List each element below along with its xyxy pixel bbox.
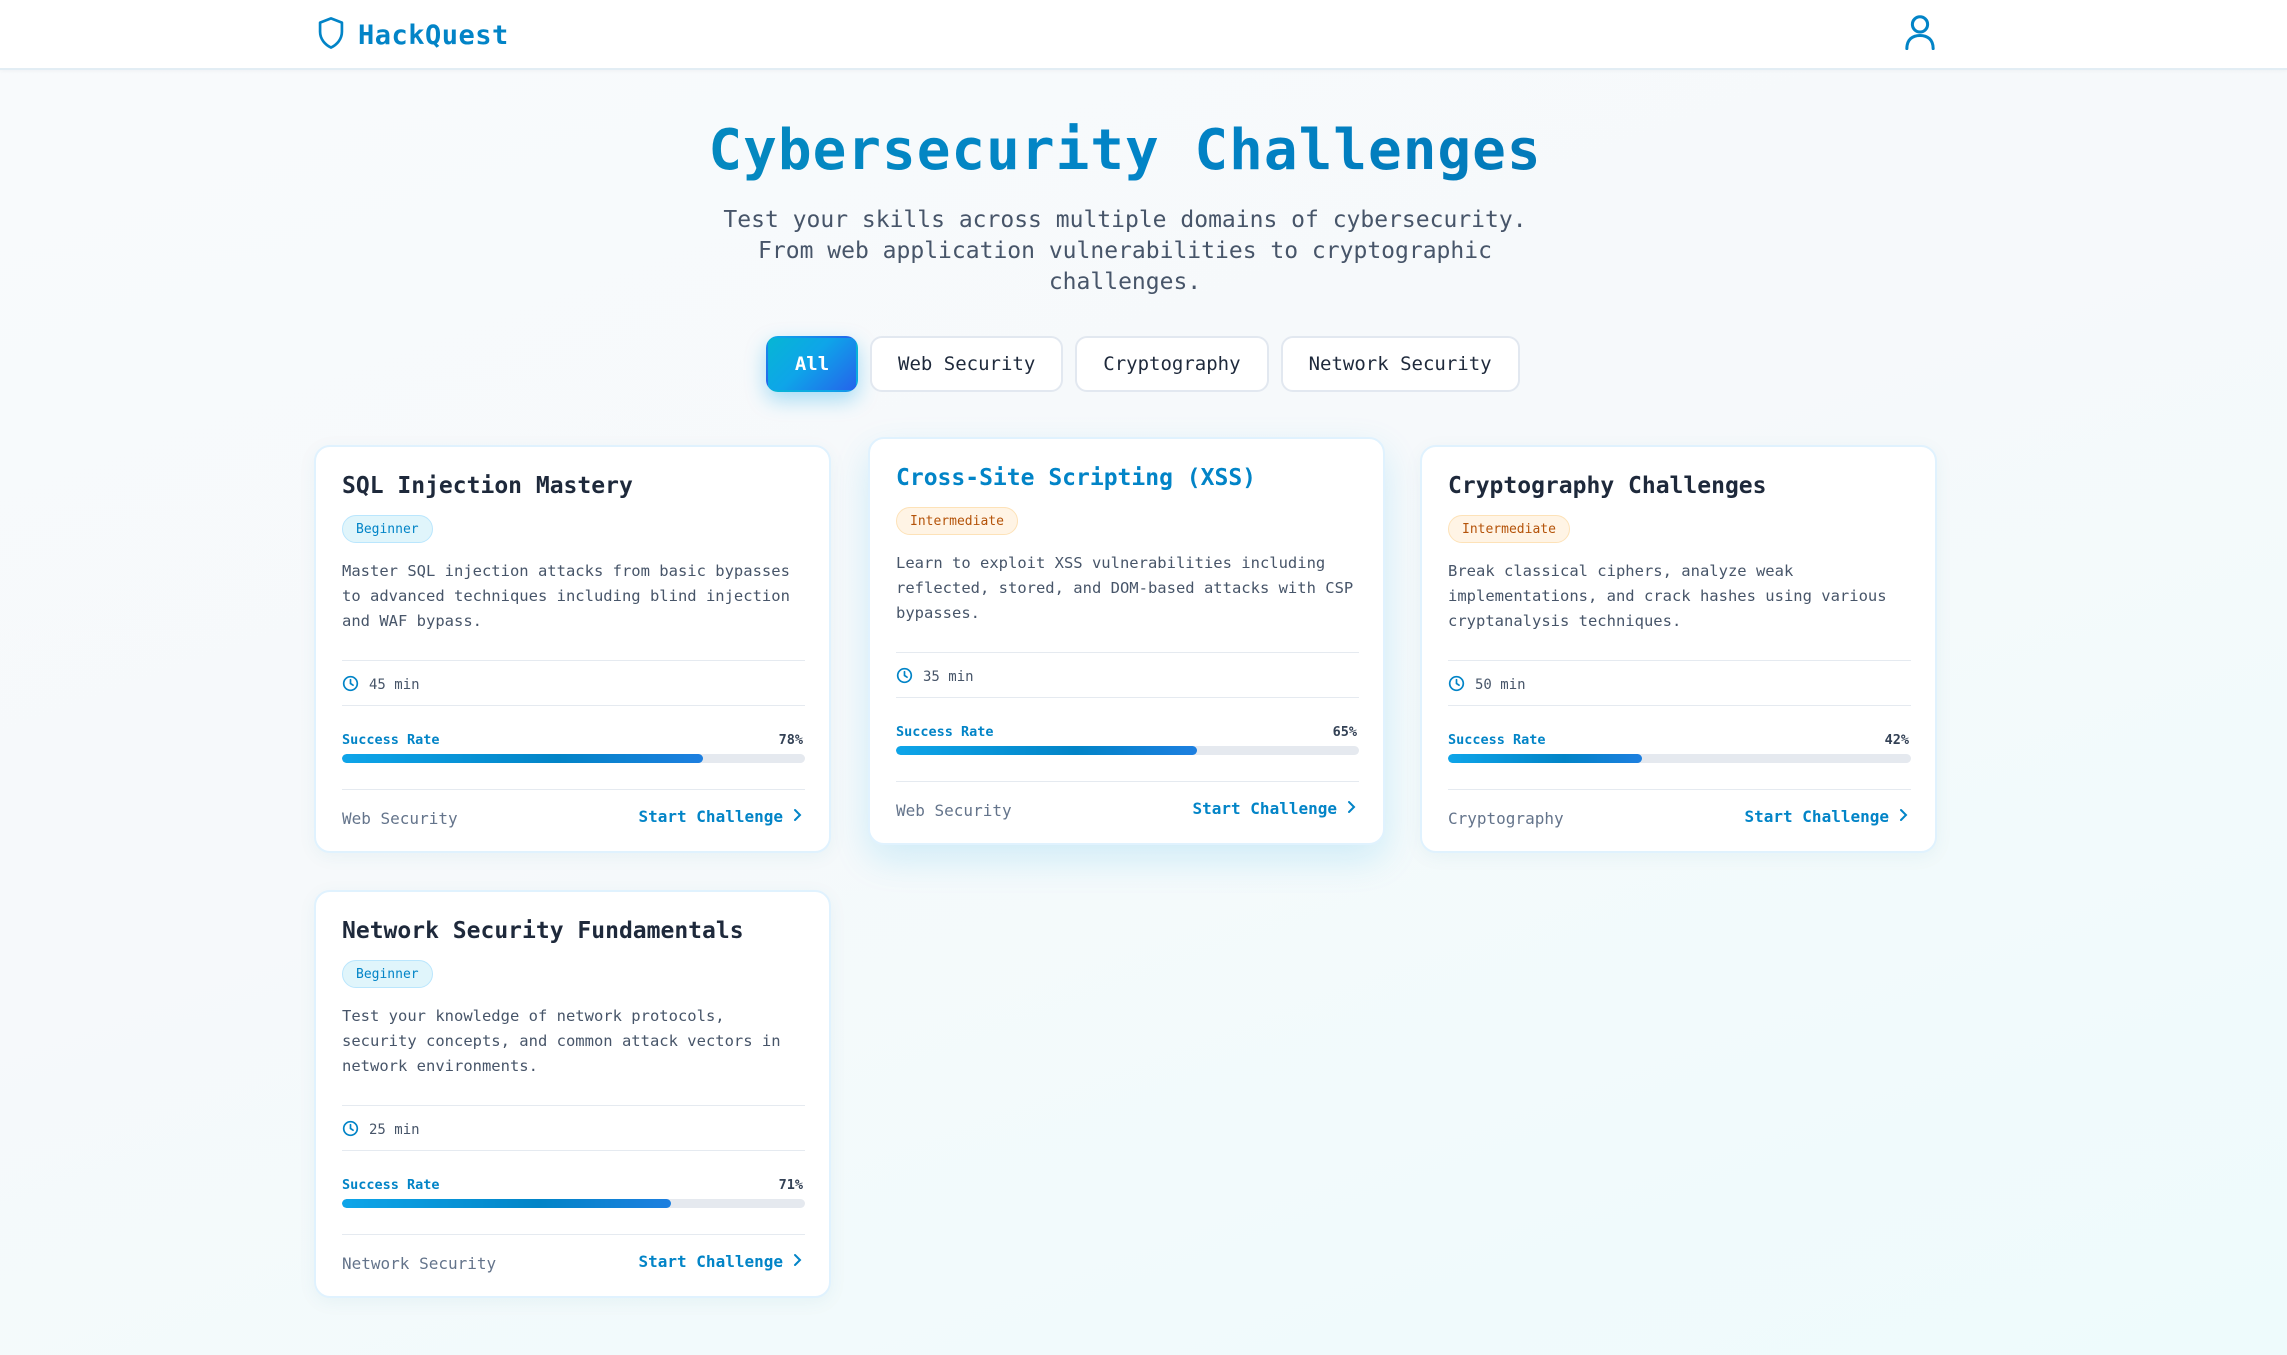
challenge-category: Cryptography (1448, 809, 1564, 828)
start-challenge-link[interactable]: Start Challenge (639, 1252, 804, 1271)
duration-row: 45 min (342, 675, 420, 695)
clock-icon (342, 675, 359, 696)
challenge-description: Learn to exploit XSS vulnerabilities inc… (896, 554, 1354, 622)
chevron-right-icon (791, 807, 803, 826)
success-rate-value: 78% (778, 732, 803, 748)
divider (896, 652, 1359, 653)
success-rate-value: 65% (1332, 724, 1357, 740)
challenge-title: Network Security Fundamentals (342, 918, 744, 944)
success-rate-value: 71% (778, 1177, 803, 1193)
duration-text: 25 min (369, 1122, 420, 1138)
divider (342, 789, 805, 790)
category-filter-bar: All Web Security Cryptography Network Se… (766, 336, 1520, 392)
divider (896, 697, 1359, 698)
start-challenge-link[interactable]: Start Challenge (1193, 799, 1358, 818)
chevron-right-icon (1897, 807, 1909, 826)
clock-icon (342, 1120, 359, 1141)
duration-text: 35 min (923, 669, 974, 685)
start-challenge-label: Start Challenge (1192, 799, 1338, 818)
challenge-card-cryptography[interactable]: Cryptography Challenges Intermediate Bre… (1420, 445, 1937, 853)
challenge-title: SQL Injection Mastery (342, 473, 633, 499)
challenge-description: Master SQL injection attacks from basic … (342, 562, 790, 630)
success-rate-bar (1448, 754, 1911, 763)
divider (1448, 789, 1911, 790)
success-rate-fill (342, 1199, 671, 1208)
success-rate-bar (342, 1199, 805, 1208)
filter-web-security-button[interactable]: Web Security (870, 336, 1064, 392)
top-navbar: HackQuest (0, 0, 2287, 70)
filter-network-security-button[interactable]: Network Security (1280, 336, 1520, 392)
divider (342, 1105, 805, 1106)
challenge-card-network-security[interactable]: Network Security Fundamentals Beginner T… (314, 890, 831, 1298)
page-subtitle: Test your skills across multiple domains… (723, 207, 1527, 295)
shield-icon (316, 16, 346, 54)
clock-icon (1448, 675, 1465, 696)
difficulty-badge: Intermediate (896, 507, 1018, 535)
success-rate-fill (896, 746, 1197, 755)
chevron-right-icon (791, 1252, 803, 1271)
filter-cryptography-button[interactable]: Cryptography (1075, 336, 1269, 392)
divider (342, 660, 805, 661)
user-icon (1903, 14, 1937, 54)
divider (1448, 660, 1911, 661)
success-rate-label: Success Rate (342, 1177, 440, 1193)
start-challenge-link[interactable]: Start Challenge (1745, 807, 1910, 826)
clock-icon (896, 667, 913, 688)
duration-row: 35 min (896, 667, 974, 687)
start-challenge-label: Start Challenge (638, 1252, 784, 1271)
brand-logo-link[interactable]: HackQuest (316, 16, 509, 54)
difficulty-badge: Beginner (342, 515, 433, 543)
success-rate-label: Success Rate (342, 732, 440, 748)
page-title: Cybersecurity Challenges (0, 118, 2250, 183)
success-rate-fill (342, 754, 704, 763)
duration-text: 50 min (1475, 677, 1526, 693)
divider (896, 781, 1359, 782)
challenge-category: Web Security (342, 809, 458, 828)
success-rate-bar (342, 754, 805, 763)
challenge-title: Cross-Site Scripting (XSS) (896, 465, 1257, 491)
success-rate-fill (1448, 754, 1643, 763)
duration-row: 25 min (342, 1120, 420, 1140)
start-challenge-link[interactable]: Start Challenge (639, 807, 804, 826)
duration-row: 50 min (1448, 675, 1526, 695)
challenge-description: Break classical ciphers, analyze weak im… (1448, 562, 1887, 630)
challenge-card-sql-injection[interactable]: SQL Injection Mastery Beginner Master SQ… (314, 445, 831, 853)
chevron-right-icon (1345, 799, 1357, 818)
difficulty-badge: Intermediate (1448, 515, 1570, 543)
divider (1448, 705, 1911, 706)
success-rate-value: 42% (1884, 732, 1909, 748)
divider (342, 705, 805, 706)
challenge-category: Network Security (342, 1254, 497, 1273)
difficulty-badge: Beginner (342, 960, 433, 988)
divider (342, 1150, 805, 1151)
challenge-title: Cryptography Challenges (1448, 473, 1767, 499)
start-challenge-label: Start Challenge (1744, 807, 1890, 826)
challenge-description: Test your knowledge of network protocols… (342, 1007, 781, 1075)
divider (342, 1234, 805, 1235)
success-rate-label: Success Rate (896, 724, 994, 740)
duration-text: 45 min (369, 677, 420, 693)
challenge-card-xss[interactable]: Cross-Site Scripting (XSS) Intermediate … (868, 437, 1385, 845)
challenge-category: Web Security (896, 801, 1012, 820)
user-profile-button[interactable] (1900, 14, 1940, 54)
filter-all-button[interactable]: All (766, 336, 858, 392)
success-rate-label: Success Rate (1448, 732, 1546, 748)
success-rate-bar (896, 746, 1359, 755)
start-challenge-label: Start Challenge (638, 807, 784, 826)
brand-name: HackQuest (358, 19, 509, 51)
